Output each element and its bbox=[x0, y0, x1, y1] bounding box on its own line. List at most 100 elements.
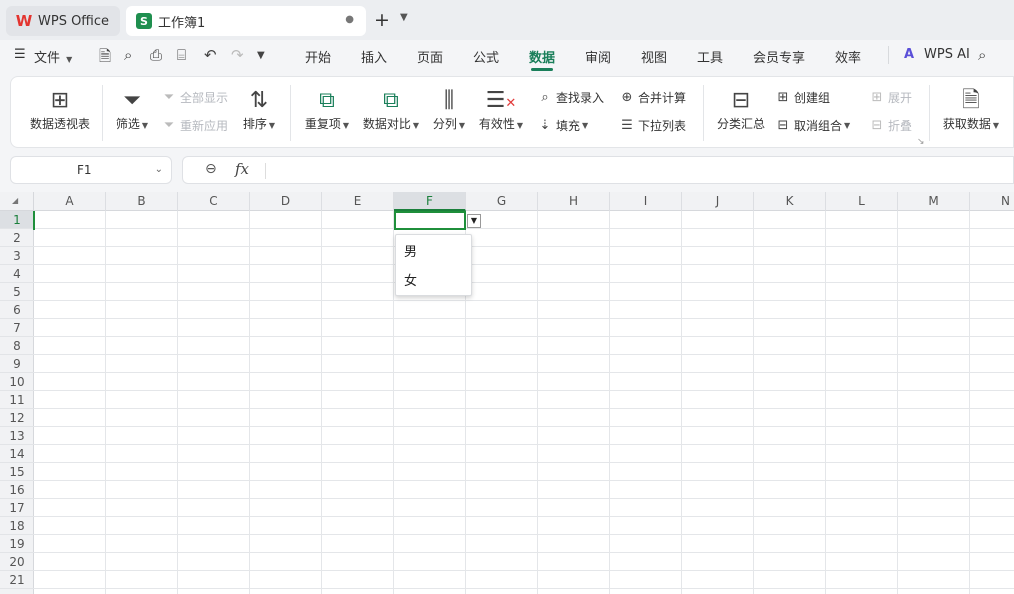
fill-icon: ⇣ bbox=[539, 118, 551, 133]
row-header-14[interactable]: 14 bbox=[0, 445, 34, 463]
menu-member[interactable]: 会员专享 bbox=[753, 47, 805, 66]
show-all-label: 全部显示 bbox=[180, 91, 229, 105]
dropdown-arrow-button[interactable]: ▼ bbox=[467, 214, 481, 228]
select-all-corner[interactable]: ◢ bbox=[0, 192, 34, 211]
row-header-20[interactable]: 20 bbox=[0, 553, 34, 571]
collapse-button[interactable]: ⊟ 折叠 bbox=[869, 117, 912, 134]
menu-file[interactable]: 文件 ▼ bbox=[34, 47, 72, 66]
chevron-down-icon[interactable]: ▼ bbox=[400, 12, 408, 23]
menu-review[interactable]: 审阅 bbox=[585, 47, 611, 66]
column-header-d[interactable]: D bbox=[250, 192, 322, 211]
wps-ai-icon[interactable]: A bbox=[904, 47, 914, 62]
column-header-g[interactable]: G bbox=[466, 192, 538, 211]
tab-workbook[interactable]: S 工作簿1 ● bbox=[126, 6, 366, 36]
search-icon[interactable]: ⌕ bbox=[978, 46, 986, 64]
get-data-icon: 🗎 bbox=[962, 88, 980, 113]
fill-button[interactable]: ⇣ 填充 ▼ bbox=[537, 117, 589, 134]
create-group-icon: ⊞ bbox=[777, 90, 789, 105]
create-group-button[interactable]: ⊞ 创建组 bbox=[775, 89, 830, 106]
column-header-k[interactable]: K bbox=[754, 192, 826, 211]
data-compare-button[interactable]: ⧉ 数据对比 ▼ bbox=[360, 87, 422, 132]
print-icon[interactable]: ⎙ bbox=[150, 46, 162, 64]
duplicates-button[interactable]: ⧉ 重复项 ▼ bbox=[302, 87, 352, 132]
subtotal-button[interactable]: ⊟ 分类汇总 bbox=[713, 87, 769, 132]
print-preview-icon[interactable]: ⌸ bbox=[177, 46, 186, 64]
menu-insert[interactable]: 插入 bbox=[361, 47, 387, 66]
row-header-15[interactable]: 15 bbox=[0, 463, 34, 481]
menu-formula[interactable]: 公式 bbox=[473, 47, 499, 66]
row-header-16[interactable]: 16 bbox=[0, 481, 34, 499]
row-header-17[interactable]: 17 bbox=[0, 499, 34, 517]
column-header-h[interactable]: H bbox=[538, 192, 610, 211]
column-header-l[interactable]: L bbox=[826, 192, 898, 211]
pivot-table-button[interactable]: ⊞ 数据透视表 bbox=[25, 87, 95, 132]
row-header-21[interactable]: 21 bbox=[0, 571, 34, 589]
new-tab-button[interactable]: + bbox=[374, 9, 390, 31]
column-header-m[interactable]: M bbox=[898, 192, 970, 211]
column-header-f[interactable]: F bbox=[394, 192, 466, 211]
row-header-10[interactable]: 10 bbox=[0, 373, 34, 391]
menu-wps-ai[interactable]: WPS AI bbox=[924, 47, 970, 62]
sort-button[interactable]: ⇅ 排序 ▼ bbox=[240, 87, 278, 132]
cell-area[interactable] bbox=[34, 211, 1014, 594]
row-header-13[interactable]: 13 bbox=[0, 427, 34, 445]
row-header-5[interactable]: 5 bbox=[0, 283, 34, 301]
row-header-6[interactable]: 6 bbox=[0, 301, 34, 319]
hamburger-icon[interactable]: ☰ bbox=[14, 47, 26, 62]
filter-button[interactable]: ⏷ 筛选 ▼ bbox=[113, 87, 151, 132]
dropdown-option-female[interactable]: 女 bbox=[404, 270, 417, 289]
row-header-7[interactable]: 7 bbox=[0, 319, 34, 337]
lookup-entry-button[interactable]: ⌕ 查找录入 bbox=[537, 89, 604, 106]
column-header-i[interactable]: I bbox=[610, 192, 682, 211]
column-header-j[interactable]: J bbox=[682, 192, 754, 211]
row-header-8[interactable]: 8 bbox=[0, 337, 34, 355]
name-box[interactable]: F1 ⌄ bbox=[10, 156, 172, 184]
row-header-11[interactable]: 11 bbox=[0, 391, 34, 409]
get-data-label: 获取数据 bbox=[942, 117, 991, 131]
selected-cell-f1[interactable] bbox=[394, 211, 466, 230]
menu-tools[interactable]: 工具 bbox=[697, 47, 723, 66]
chevron-down-icon[interactable]: ⌄ bbox=[155, 157, 163, 183]
format-painter-icon[interactable]: ⌕ bbox=[124, 46, 132, 64]
menu-view[interactable]: 视图 bbox=[641, 47, 667, 66]
menu-efficiency[interactable]: 效率 bbox=[835, 47, 861, 66]
ungroup-button[interactable]: ⊟ 取消组合 ▼ bbox=[775, 117, 851, 134]
consolidate-button[interactable]: ⊕ 合并计算 bbox=[619, 89, 686, 106]
row-header-1[interactable]: 1 bbox=[0, 211, 34, 229]
row-header-9[interactable]: 9 bbox=[0, 355, 34, 373]
menu-page[interactable]: 页面 bbox=[417, 47, 443, 66]
column-header-c[interactable]: C bbox=[178, 192, 250, 211]
column-header-n[interactable]: N bbox=[970, 192, 1014, 211]
row-header-18[interactable]: 18 bbox=[0, 517, 34, 535]
column-header-e[interactable]: E bbox=[322, 192, 394, 211]
unsaved-dot-icon[interactable]: ● bbox=[345, 14, 354, 25]
row-header-3[interactable]: 3 bbox=[0, 247, 34, 265]
split-column-button[interactable]: ⫼ 分列 ▼ bbox=[430, 87, 468, 132]
spreadsheet-grid[interactable]: ◢ ABCDEFGHIJKLMN 1 2 3 4 5 6 7 8 9 10 11 12 13 14 15 16… bbox=[0, 192, 1014, 594]
zoom-icon[interactable]: ⊖ bbox=[205, 161, 217, 177]
expand-button[interactable]: ⊞ 展开 bbox=[869, 89, 912, 106]
row-header-4[interactable]: 4 bbox=[0, 265, 34, 283]
row-header-12[interactable]: 12 bbox=[0, 409, 34, 427]
menu-data[interactable]: 数据 bbox=[529, 47, 555, 66]
dropdown-option-male[interactable]: 男 bbox=[404, 241, 417, 260]
tab-wps-office[interactable]: W WPS Office bbox=[6, 6, 120, 36]
row-header-2[interactable]: 2 bbox=[0, 229, 34, 247]
column-header-a[interactable]: A bbox=[34, 192, 106, 211]
save-icon[interactable]: 🗎 bbox=[99, 46, 111, 71]
ribbon-divider bbox=[703, 85, 704, 141]
dialog-launcher-icon[interactable]: ↘ bbox=[917, 137, 925, 147]
formula-input[interactable]: ⊖ fx bbox=[182, 156, 1014, 184]
column-header-b[interactable]: B bbox=[106, 192, 178, 211]
get-data-button[interactable]: 🗎 获取数据 ▼ bbox=[939, 87, 1003, 132]
row-header-19[interactable]: 19 bbox=[0, 535, 34, 553]
menu-start[interactable]: 开始 bbox=[305, 47, 331, 66]
fx-icon[interactable]: fx bbox=[235, 160, 249, 178]
validity-button[interactable]: ☰✕ 有效性 ▼ bbox=[476, 87, 526, 132]
dropdown-list-button[interactable]: ☰ 下拉列表 bbox=[619, 117, 686, 134]
more-chevron-icon[interactable]: ▼ bbox=[257, 50, 265, 61]
show-all-button[interactable]: ⏷ 全部显示 bbox=[161, 89, 228, 106]
undo-icon[interactable]: ↶ bbox=[204, 46, 217, 64]
redo-icon[interactable]: ↷ bbox=[231, 46, 244, 64]
reapply-button[interactable]: ⏷ 重新应用 bbox=[161, 117, 228, 134]
